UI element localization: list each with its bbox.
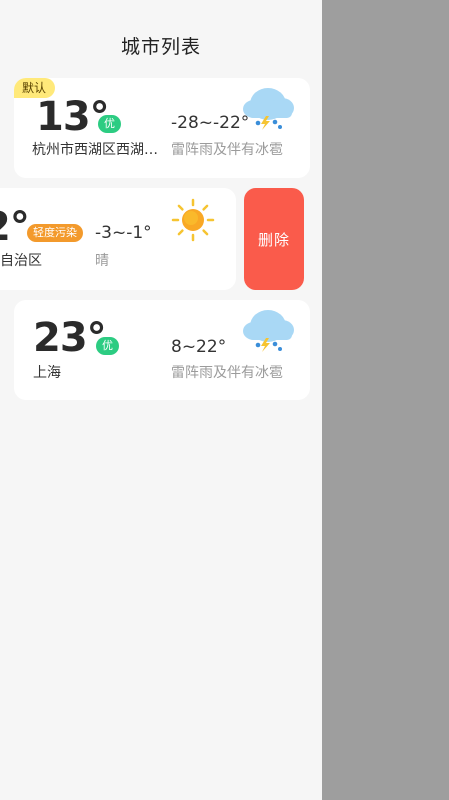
city-card[interactable]: 23° 优 8~22° 上海 雷阵雨及伴有冰雹 — [14, 300, 310, 400]
page-title: 城市列表 — [120, 36, 201, 58]
temperature: 13° — [36, 94, 110, 140]
sun-icon — [171, 198, 215, 242]
city-card[interactable]: 默认 13° 优 -28~-22° 杭州市西湖区西湖… 雷阵雨及伴有冰雹 — [14, 78, 310, 178]
thunderstorm-hail-cloud-icon — [243, 88, 294, 130]
weather-description: 雷阵雨及伴有冰雹 — [171, 365, 283, 381]
drawer-scrim-overlay[interactable] — [322, 0, 449, 800]
aqi-badge: 优 — [96, 337, 119, 355]
temperature-range: -28~-22° — [171, 113, 250, 133]
city-card[interactable]: 2° 轻度污染 -3~-1° 自治区 晴 — [0, 188, 236, 290]
city-list-drawer: 城市列表 默认 13° 优 -28~-22° 杭州市西湖区西湖… 雷阵雨及伴有冰… — [0, 0, 322, 800]
temperature: 2° — [0, 204, 30, 250]
temperature-range: 8~22° — [171, 337, 227, 357]
delete-button[interactable]: 删除 — [244, 188, 304, 290]
city-name: 自治区 — [0, 253, 42, 269]
temperature: 23° — [33, 315, 107, 361]
thunderstorm-hail-cloud-icon — [243, 310, 294, 352]
city-name: 杭州市西湖区西湖… — [32, 142, 158, 158]
weather-description: 雷阵雨及伴有冰雹 — [171, 142, 283, 158]
aqi-badge: 轻度污染 — [27, 224, 83, 242]
aqi-badge: 优 — [98, 115, 121, 133]
weather-description: 晴 — [95, 253, 109, 269]
city-name: 上海 — [33, 365, 61, 381]
temperature-range: -3~-1° — [95, 223, 152, 243]
